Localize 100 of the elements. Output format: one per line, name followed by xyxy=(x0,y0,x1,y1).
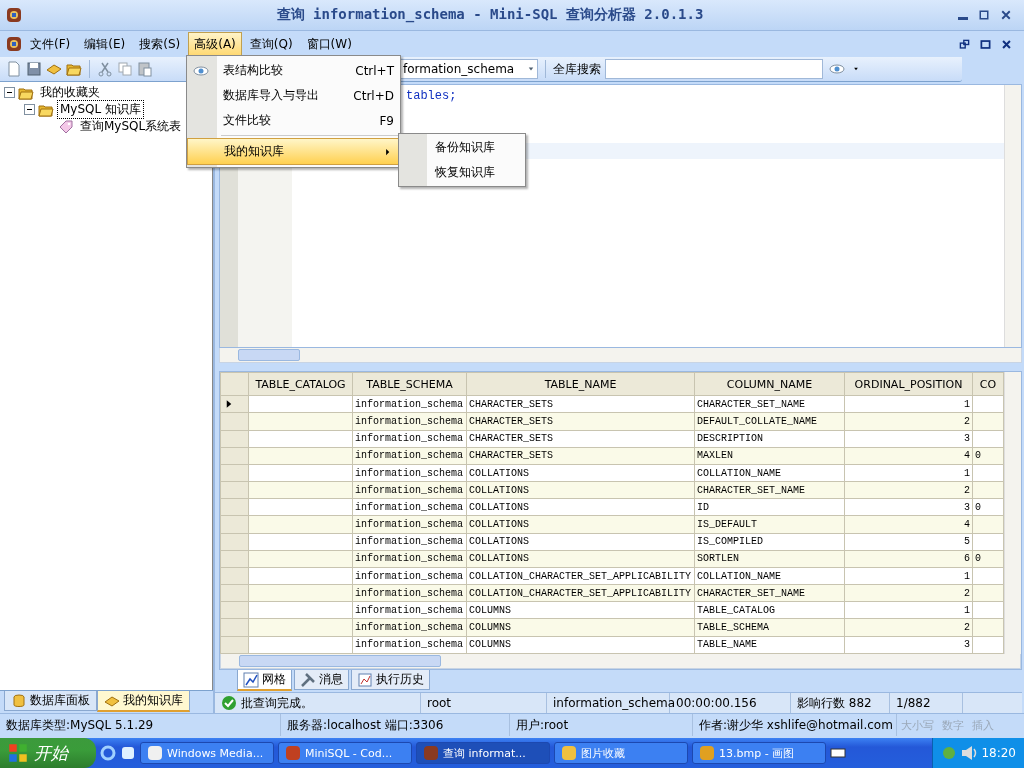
status-field: 1/882 xyxy=(896,696,931,710)
menu-item[interactable]: 查询(Q) xyxy=(243,31,299,57)
menu-item[interactable]: 窗口(W) xyxy=(300,31,358,57)
taskbar-button[interactable]: Windows Media... xyxy=(140,742,274,764)
key-indicator: 插入 xyxy=(971,717,995,733)
info-field: 作者:谢少华 xshlife@hotmail.com xyxy=(699,716,893,734)
table-cell: information_schema xyxy=(355,467,464,479)
menu-item[interactable]: 我的知识库 xyxy=(187,138,400,165)
table-cell: 1 xyxy=(964,604,970,616)
app-menu-icon xyxy=(6,36,22,52)
minimize-icon xyxy=(958,17,968,20)
table-cell: 6 xyxy=(964,553,970,565)
app-icon xyxy=(120,745,136,761)
taskbar-button[interactable]: 查询 informat... xyxy=(416,742,550,764)
table-cell: 3 xyxy=(964,501,970,513)
menu-item[interactable]: 编辑(E) xyxy=(78,31,132,57)
column-header[interactable]: ORDINAL_POSITION xyxy=(844,372,973,396)
table-cell: IS_COMPILED xyxy=(697,536,763,548)
key-indicator: 数字 xyxy=(941,717,965,733)
table-cell: CHARACTER_SET_NAME xyxy=(697,587,806,599)
table-cell: IS_DEFAULT xyxy=(697,519,757,530)
collapse-icon[interactable] xyxy=(4,87,15,98)
column-header[interactable]: CO xyxy=(972,372,1004,396)
table-cell: information_schema xyxy=(355,622,464,634)
menu-item[interactable]: 备份知识库 xyxy=(427,135,525,160)
new-file-icon xyxy=(6,61,22,77)
restore-icon xyxy=(959,38,970,50)
table-cell: 2 xyxy=(964,416,970,427)
table-cell: information_schema xyxy=(355,484,464,496)
tree-item[interactable]: 查询MySQL系统表 xyxy=(77,117,185,136)
grid-chart-icon xyxy=(243,671,259,688)
scrollbar[interactable] xyxy=(219,348,1022,363)
view-icon xyxy=(827,61,847,77)
panel-tab[interactable]: 数据库面板 xyxy=(4,691,97,711)
table-cell: COLLATION_CHARACTER_SET_APPLICABILITY xyxy=(469,587,692,599)
scrollbar[interactable] xyxy=(220,654,1021,669)
status-field: root xyxy=(427,696,452,710)
menu-item[interactable]: 文件(F) xyxy=(24,31,77,57)
table-cell: COLUMNS xyxy=(469,622,511,634)
database-dropdown[interactable]: formation_schema xyxy=(400,59,538,79)
tag-icon xyxy=(58,118,74,135)
info-field: 服务器:localhost 端口:3306 xyxy=(287,716,444,734)
clock: 18:20 xyxy=(981,746,1016,760)
result-tab[interactable]: 执行历史 xyxy=(351,670,430,690)
table-cell: information_schema xyxy=(355,416,464,427)
menu-item[interactable]: 表结构比较 Ctrl+T xyxy=(187,58,400,83)
result-tab[interactable]: 消息 xyxy=(294,670,349,690)
tree-item[interactable]: 我的收藏夹 xyxy=(37,83,103,102)
column-header[interactable]: TABLE_NAME xyxy=(466,372,695,396)
save-icon xyxy=(26,61,42,77)
window-icon xyxy=(147,745,163,761)
table-cell: 1 xyxy=(964,398,970,410)
table-cell: information_schema xyxy=(355,553,464,565)
window-icon xyxy=(423,745,439,761)
column-header[interactable]: TABLE_CATALOG xyxy=(248,372,353,396)
status-field: 影响行数 882 xyxy=(797,694,872,712)
collapse-icon[interactable] xyxy=(24,104,35,115)
table-cell: information_schema xyxy=(355,450,464,462)
history-icon xyxy=(357,671,373,688)
table-cell: TABLE_CATALOG xyxy=(697,604,775,616)
scrollbar[interactable] xyxy=(1004,85,1021,347)
info-field: 数据库类型:MySQL 5.1.29 xyxy=(6,716,154,734)
table-cell: MAXLEN xyxy=(697,450,733,462)
scrollbar[interactable] xyxy=(1004,372,1021,654)
panel-tab[interactable]: 我的知识库 xyxy=(97,691,190,712)
table-cell: information_schema xyxy=(355,398,464,410)
table-cell: TABLE_SCHEMA xyxy=(697,622,769,634)
table-cell: information_schema xyxy=(355,604,464,616)
status-field: information_schema xyxy=(553,696,676,710)
table-cell: 1 xyxy=(964,467,970,479)
taskbar-button[interactable]: MiniSQL - Cod... xyxy=(278,742,412,764)
taskbar-button[interactable]: 图片收藏 xyxy=(554,742,688,764)
table-cell: DESCRIPTION xyxy=(697,433,763,445)
column-header[interactable]: TABLE_SCHEMA xyxy=(352,372,467,396)
copy-icon xyxy=(117,61,133,77)
table-cell: COLUMNS xyxy=(469,639,511,651)
menu-item[interactable]: 搜索(S) xyxy=(133,31,187,57)
table-cell: 4 xyxy=(964,450,970,462)
speaker-icon xyxy=(961,745,978,761)
table-cell: TABLE_NAME xyxy=(697,639,757,651)
table-cell: COLLATIONS xyxy=(469,467,529,479)
start-button[interactable]: 开始 xyxy=(0,738,96,768)
taskbar-button[interactable]: 13.bmp - 画图 xyxy=(692,742,826,764)
search-field[interactable] xyxy=(605,59,823,79)
table-cell: 2 xyxy=(964,484,970,496)
tree-item[interactable]: MySQL 知识库 xyxy=(57,100,145,119)
table-cell: CHARACTER_SETS xyxy=(469,433,553,445)
search-label: 全库搜索 xyxy=(553,60,601,78)
result-tab[interactable]: 网格 xyxy=(237,670,292,691)
menu-item[interactable]: 高级(A) xyxy=(188,31,242,57)
table-cell: CHARACTER_SETS xyxy=(469,450,553,462)
table-cell: CHARACTER_SETS xyxy=(469,416,553,427)
table-cell: SORTLEN xyxy=(697,553,739,565)
table-cell: 0 xyxy=(975,501,981,513)
menu-icon-column xyxy=(399,134,427,186)
column-header[interactable]: COLUMN_NAME xyxy=(694,372,845,396)
menu-item[interactable]: 恢复知识库 xyxy=(427,160,525,185)
table-cell: CHARACTER_SET_NAME xyxy=(697,484,806,496)
table-cell: 3 xyxy=(964,639,970,651)
table-cell: COLLATIONS xyxy=(469,484,529,496)
